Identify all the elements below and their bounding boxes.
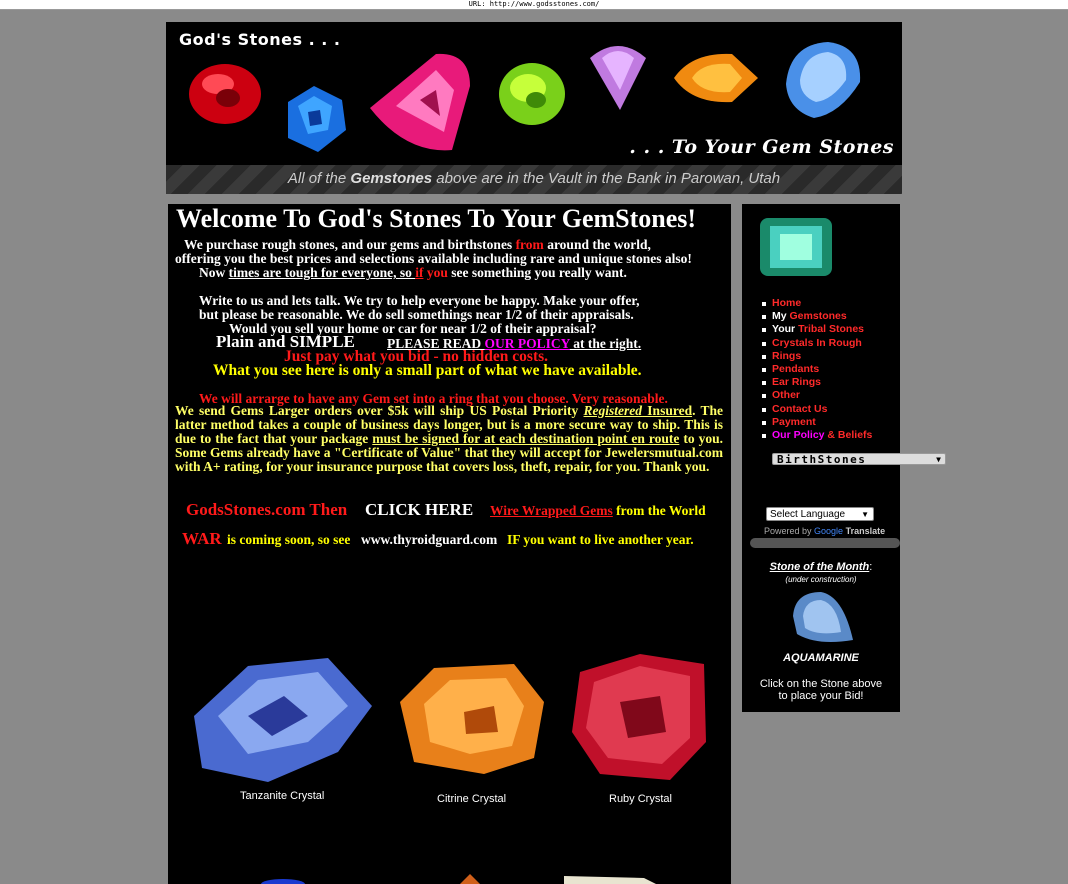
- sidebar-item-rings[interactable]: Rings: [762, 350, 872, 363]
- green-tourmaline-icon: [760, 218, 832, 276]
- sidebar-item-other[interactable]: Other: [762, 389, 872, 402]
- light-blue-topaz-gem-image: [786, 42, 861, 118]
- brand-title: God's Stones . . .: [179, 30, 341, 49]
- wire-wrapped-line: Wire Wrapped Gems from the World: [490, 503, 706, 518]
- sidebar-item-crystals-in-rough[interactable]: Crystals In Rough: [762, 337, 872, 350]
- click-stone-text-2: to place your Bid!: [778, 690, 864, 702]
- orange-gem-thumbnail-partial[interactable]: [460, 874, 480, 884]
- click-stone-text-1: Click on the Stone above: [759, 678, 883, 690]
- sidebar-item-tribal-stones[interactable]: Your Tribal Stones: [762, 323, 872, 336]
- tanzanite-caption: Tanzanite Crystal: [240, 790, 325, 802]
- sidebar-item-home[interactable]: Home: [762, 297, 872, 310]
- birthstones-select[interactable]: BirthStones ▼: [772, 453, 946, 466]
- purple-amethyst-gem-image: [590, 46, 646, 110]
- chevron-down-icon: ▼: [936, 455, 941, 464]
- ruby-crystal-image[interactable]: [570, 652, 708, 782]
- stone-of-the-month-box: Stone of the Month: (under construction)…: [742, 561, 900, 702]
- sidebar-menu: Home My Gemstones Your Tribal Stones Cry…: [762, 297, 872, 442]
- ruby-caption: Ruby Crystal: [609, 793, 672, 805]
- blue-sapphire-gem-image: [288, 86, 346, 152]
- shipping-paragraph: We send Gems Larger orders over $5k will…: [175, 403, 723, 474]
- small-part-text: What you see here is only a small part o…: [213, 362, 642, 379]
- aquamarine-label: AQUAMARINE: [783, 652, 859, 664]
- site-header-banner: God's Stones . . . . . . To Your Gem Sto…: [166, 22, 902, 194]
- thyroidguard-link[interactable]: www.thyroidguard.com: [361, 532, 497, 548]
- sidebar-item-ear-rings[interactable]: Ear Rings: [762, 376, 872, 389]
- sidebar-item-pendants[interactable]: Pendants: [762, 363, 872, 376]
- tanzanite-crystal-image[interactable]: [188, 656, 374, 786]
- page-title: Welcome To God's Stones To Your GemStone…: [176, 204, 697, 233]
- url-bar: URL: http://www.godsstones.com/: [0, 0, 1068, 10]
- vault-notice: All of the Gemstones above are in the Va…: [166, 165, 902, 194]
- godsstones-then-text: GodsStones.com Then: [186, 500, 348, 519]
- pink-trillion-gem-image: [370, 53, 470, 151]
- wire-wrapped-gems-link[interactable]: Wire Wrapped Gems: [490, 503, 613, 518]
- red-ruby-gem-image: [189, 64, 261, 124]
- chevron-down-icon: ▼: [861, 510, 869, 519]
- under-construction-note: (under construction): [785, 575, 857, 584]
- intro-line-3: Now times are tough for everyone, so if …: [199, 265, 627, 280]
- green-peridot-gem-image: [499, 63, 565, 125]
- main-content-panel: Welcome To God's Stones To Your GemStone…: [168, 204, 731, 884]
- sidebar-item-payment[interactable]: Payment: [762, 416, 872, 429]
- sidebar-item-gemstones[interactable]: My Gemstones: [762, 310, 872, 323]
- header-tagline: . . . To Your Gem Stones: [629, 136, 894, 158]
- click-here-link[interactable]: CLICK HERE: [365, 500, 473, 520]
- google-logo: Google: [814, 526, 844, 536]
- aquamarine-gem-image[interactable]: [787, 590, 855, 644]
- live-another-year-text: IF you want to live another year.: [507, 532, 694, 547]
- coming-soon-text: is coming soon, so see: [227, 532, 351, 547]
- powered-by-google-translate[interactable]: Powered by Google Translate: [764, 526, 885, 536]
- war-text: WAR: [182, 529, 222, 548]
- orange-citrine-gem-image: [674, 53, 758, 103]
- citrine-caption: Citrine Crystal: [437, 793, 507, 805]
- sidebar-item-our-policy[interactable]: Our Policy & Beliefs: [762, 429, 872, 442]
- white-gem-thumbnail-partial[interactable]: [564, 874, 658, 884]
- blue-gem-thumbnail-partial[interactable]: [258, 878, 308, 884]
- sidebar-item-contact-us[interactable]: Contact Us: [762, 403, 872, 416]
- citrine-crystal-image[interactable]: [394, 662, 546, 776]
- language-select[interactable]: Select Language ▼: [766, 507, 874, 521]
- stone-of-month-title: Stone of the Month: [769, 561, 870, 573]
- horizontal-scrollbar[interactable]: [750, 538, 900, 548]
